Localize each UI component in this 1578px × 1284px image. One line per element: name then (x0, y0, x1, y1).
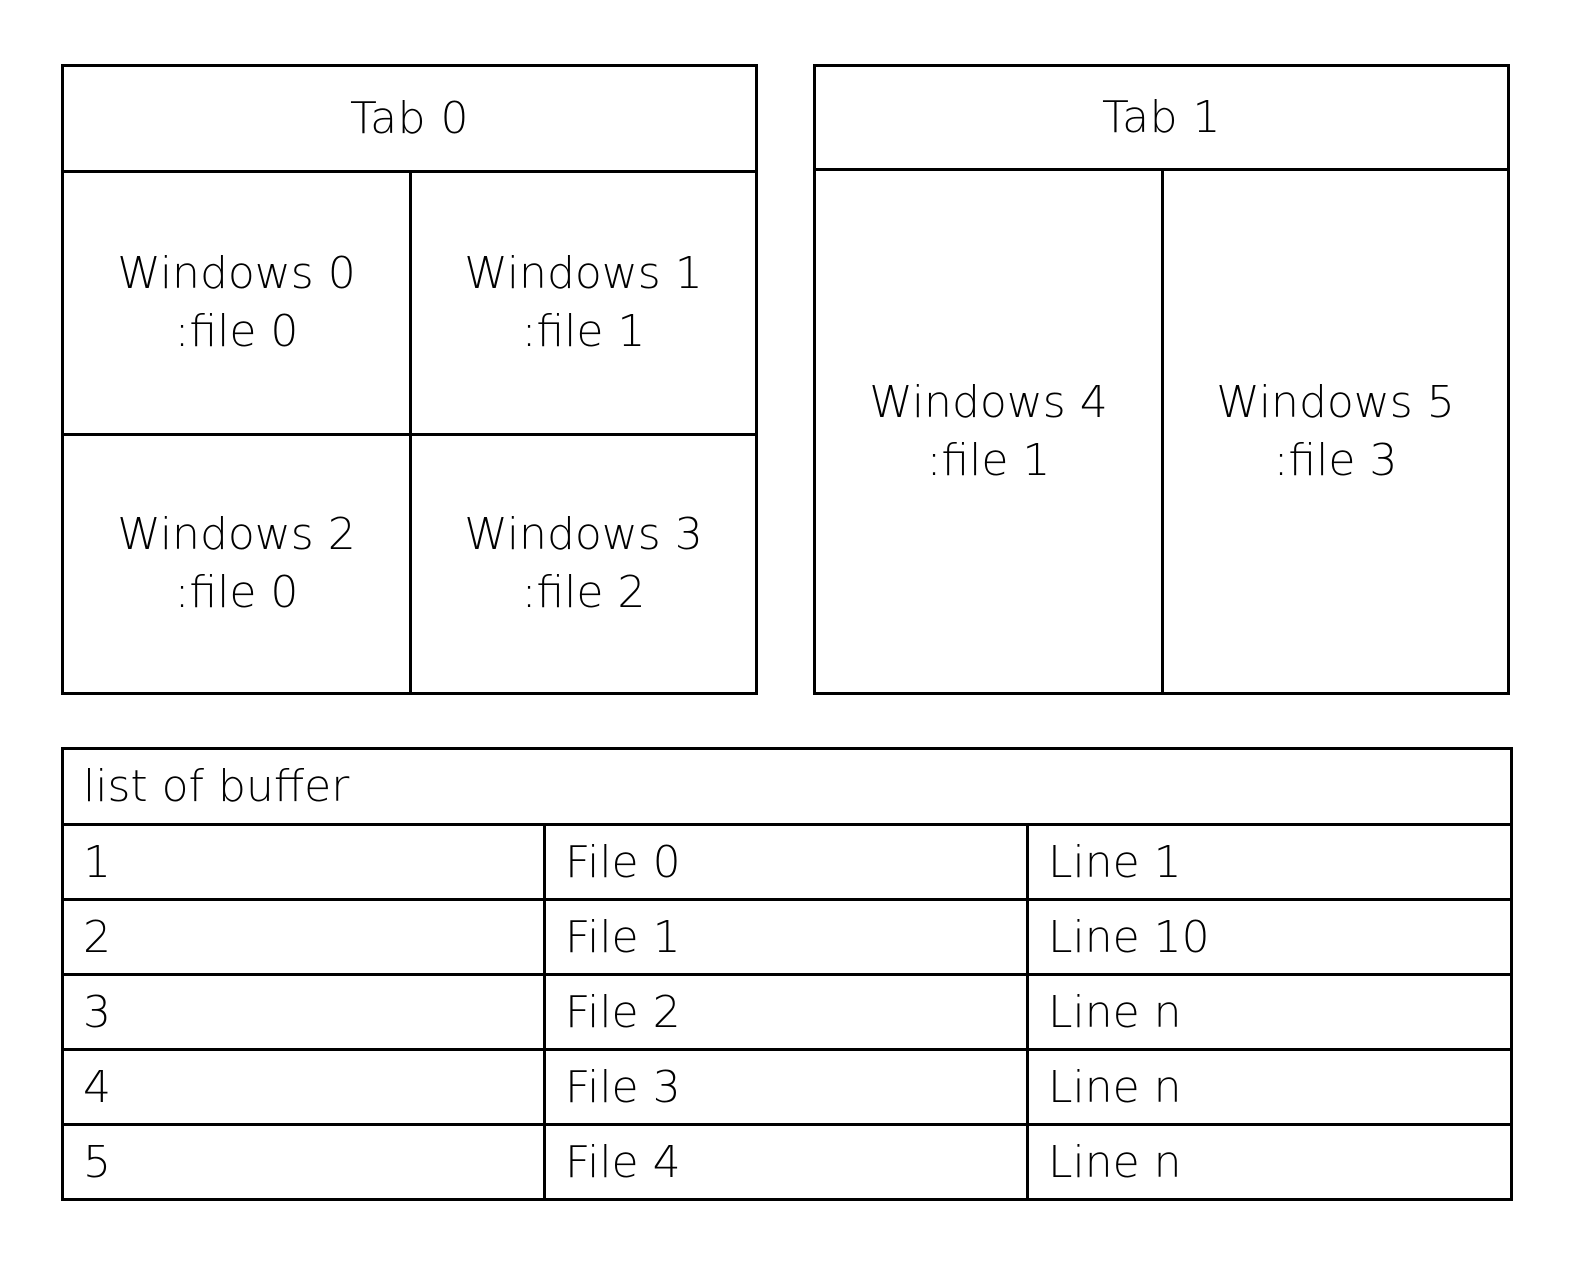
buffer-list-header-row: list of buffer (60, 747, 1514, 826)
window-title: Windows 2 (117, 509, 356, 560)
tab-0-header[interactable]: Tab 0 (64, 67, 755, 173)
tab-1-header[interactable]: Tab 1 (816, 67, 1507, 171)
buffer-file: File 0 (543, 823, 1029, 901)
buffer-line: Line 1 (1025, 823, 1514, 901)
buffer-number: 4 (61, 1048, 546, 1126)
window-title: Windows 0 (117, 248, 356, 299)
table-row[interactable]: 4 File 3 Line n (61, 1048, 1514, 1126)
window-0-pane[interactable]: Windows 0 :file 0 (64, 173, 412, 436)
buffer-file: File 3 (543, 1048, 1029, 1126)
window-title: Windows 4 (869, 376, 1108, 428)
buffer-line: Line 10 (1025, 898, 1514, 976)
buffer-number: 1 (61, 823, 546, 901)
buffer-list-table: list of buffer 1 File 0 Line 1 2 File 1 … (60, 747, 1514, 1201)
tab-0-panel: Tab 0 Windows 0 :file 0 Windows 1 :file … (61, 64, 758, 695)
buffer-number: 2 (61, 898, 546, 976)
table-row[interactable]: 2 File 1 Line 10 (61, 898, 1514, 976)
buffer-line: Line n (1025, 1123, 1514, 1201)
window-file: :file 0 (174, 306, 299, 357)
window-file: :file 1 (926, 434, 1051, 486)
buffer-number: 3 (61, 973, 546, 1051)
window-3-pane[interactable]: Windows 3 :file 2 (412, 436, 755, 692)
table-row[interactable]: 3 File 2 Line n (61, 973, 1514, 1051)
table-row[interactable]: 1 File 0 Line 1 (61, 823, 1514, 901)
buffer-line: Line n (1025, 973, 1514, 1051)
buffer-number: 5 (61, 1123, 546, 1201)
window-4-pane[interactable]: Windows 4 :file 1 (816, 171, 1164, 692)
buffer-file: File 1 (543, 898, 1029, 976)
window-file: :file 1 (521, 306, 646, 357)
buffer-line: Line n (1025, 1048, 1514, 1126)
buffer-file: File 2 (543, 973, 1029, 1051)
window-title: Windows 1 (464, 248, 703, 299)
window-file: :file 2 (521, 567, 646, 618)
window-5-pane[interactable]: Windows 5 :file 3 (1164, 171, 1507, 692)
window-2-pane[interactable]: Windows 2 :file 0 (64, 436, 412, 692)
window-1-pane[interactable]: Windows 1 :file 1 (412, 173, 755, 436)
buffer-list-title: list of buffer (60, 747, 1514, 826)
window-file: :file 0 (174, 567, 299, 618)
table-row[interactable]: 5 File 4 Line n (61, 1123, 1514, 1201)
buffer-file: File 4 (543, 1123, 1029, 1201)
window-title: Windows 3 (464, 509, 703, 560)
window-title: Windows 5 (1216, 376, 1455, 428)
tab-1-panel: Tab 1 Windows 4 :file 1 Windows 5 :file … (813, 64, 1510, 695)
window-file: :file 3 (1273, 434, 1398, 486)
